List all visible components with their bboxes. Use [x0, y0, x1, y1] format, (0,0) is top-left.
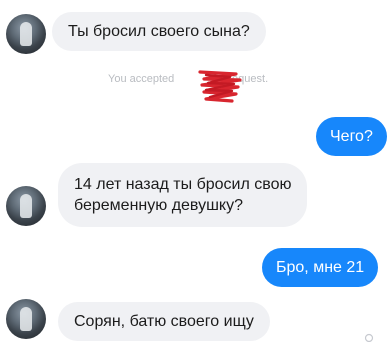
- message-text: Ты бросил своего сына?: [68, 23, 250, 40]
- incoming-message[interactable]: Ты бросил своего сына?: [52, 12, 266, 51]
- incoming-message[interactable]: Сорян, батю своего ищу: [58, 302, 270, 341]
- message-text-line2: беременную девушку?: [74, 197, 243, 214]
- message-text: Чего?: [330, 128, 373, 145]
- chat-thread: Ты бросил своего сына? You accepted requ…: [0, 0, 390, 344]
- message-text: Бро, мне 21: [276, 259, 365, 276]
- seen-indicator-icon: [364, 333, 374, 342]
- avatar-figure: [20, 194, 32, 218]
- outgoing-message[interactable]: Бро, мне 21: [262, 248, 379, 287]
- incoming-message[interactable]: 14 лет назад ты бросил свою беременную д…: [58, 163, 308, 227]
- redaction-scribble: [198, 70, 242, 103]
- message-text-line1: 14 лет назад ты бросил свою: [74, 176, 292, 193]
- message-text: Сорян, батю своего ищу: [74, 313, 254, 330]
- contact-avatar[interactable]: [6, 299, 46, 339]
- avatar-figure: [20, 307, 32, 331]
- avatar-figure: [20, 22, 32, 46]
- outgoing-message[interactable]: Чего?: [316, 117, 387, 156]
- contact-avatar[interactable]: [6, 186, 46, 226]
- contact-avatar[interactable]: [6, 14, 46, 54]
- system-notice-part1: You accepted: [108, 73, 175, 85]
- system-notice: You accepted request.: [108, 73, 268, 85]
